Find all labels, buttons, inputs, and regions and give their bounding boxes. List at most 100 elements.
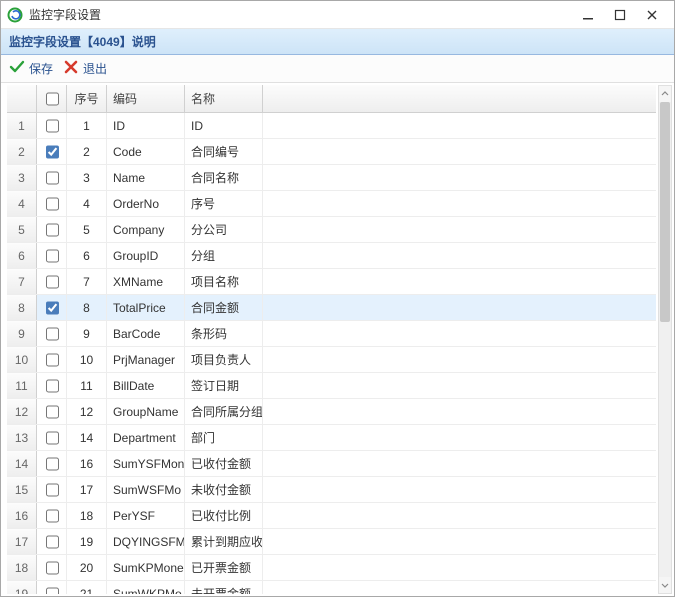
cell-name: 合同所属分组 — [185, 399, 263, 424]
row-checkbox-cell[interactable] — [37, 503, 67, 528]
row-checkbox-cell[interactable] — [37, 269, 67, 294]
row-checkbox[interactable] — [46, 509, 59, 523]
row-checkbox[interactable] — [46, 275, 59, 289]
table-row[interactable]: 11IDID — [7, 113, 656, 139]
row-checkbox[interactable] — [46, 561, 59, 575]
row-checkbox-cell[interactable] — [37, 321, 67, 346]
table-row[interactable]: 1212GroupName合同所属分组 — [7, 399, 656, 425]
cell-code: GroupName — [107, 399, 185, 424]
cell-seq: 11 — [67, 373, 107, 398]
row-checkbox-cell[interactable] — [37, 451, 67, 476]
cell-name: 已收付金额 — [185, 451, 263, 476]
scroll-up-arrow-icon[interactable] — [659, 86, 671, 102]
row-checkbox[interactable] — [46, 223, 59, 237]
cell-name: 已收付比例 — [185, 503, 263, 528]
row-checkbox[interactable] — [46, 457, 59, 471]
row-checkbox-cell[interactable] — [37, 217, 67, 242]
row-checkbox-cell[interactable] — [37, 477, 67, 502]
row-checkbox[interactable] — [46, 353, 59, 367]
exit-button[interactable]: 退出 — [63, 59, 107, 78]
minimize-button[interactable] — [572, 4, 604, 26]
row-number: 15 — [7, 477, 37, 502]
cell-name: 分组 — [185, 243, 263, 268]
row-checkbox-cell[interactable] — [37, 425, 67, 450]
cell-seq: 18 — [67, 503, 107, 528]
content-area: 序号 编码 名称 11IDID22Code合同编号33Name合同名称44Ord… — [1, 83, 674, 596]
row-checkbox-cell[interactable] — [37, 139, 67, 164]
scroll-down-arrow-icon[interactable] — [659, 577, 671, 593]
row-checkbox-cell[interactable] — [37, 373, 67, 398]
row-checkbox-cell[interactable] — [37, 243, 67, 268]
row-number: 19 — [7, 581, 37, 594]
row-checkbox[interactable] — [46, 301, 59, 315]
table-row[interactable]: 1314Department部门 — [7, 425, 656, 451]
row-checkbox[interactable] — [46, 431, 59, 445]
table-row[interactable]: 1517SumWSFMo未收付金额 — [7, 477, 656, 503]
table-row[interactable]: 1820SumKPMone已开票金额 — [7, 555, 656, 581]
row-checkbox[interactable] — [46, 379, 59, 393]
table-row[interactable]: 66GroupID分组 — [7, 243, 656, 269]
table-row[interactable]: 1921SumWKPMo未开票金额 — [7, 581, 656, 594]
row-checkbox-cell[interactable] — [37, 555, 67, 580]
scrollbar-thumb[interactable] — [660, 102, 670, 322]
table-row[interactable]: 88TotalPrice合同金额 — [7, 295, 656, 321]
row-checkbox[interactable] — [46, 119, 59, 133]
check-icon — [9, 59, 25, 78]
row-checkbox-cell[interactable] — [37, 113, 67, 138]
header-code[interactable]: 编码 — [107, 85, 185, 112]
row-checkbox-cell[interactable] — [37, 165, 67, 190]
table-row[interactable]: 1416SumYSFMon已收付金额 — [7, 451, 656, 477]
row-checkbox[interactable] — [46, 197, 59, 211]
cell-seq: 20 — [67, 555, 107, 580]
cell-seq: 21 — [67, 581, 107, 594]
window-title: 监控字段设置 — [29, 6, 572, 23]
save-button[interactable]: 保存 — [9, 59, 53, 78]
vertical-scrollbar[interactable] — [658, 85, 672, 594]
select-all-checkbox[interactable] — [46, 92, 59, 106]
header-name[interactable]: 名称 — [185, 85, 263, 112]
row-checkbox-cell[interactable] — [37, 529, 67, 554]
row-number: 18 — [7, 555, 37, 580]
header-checkbox[interactable] — [37, 85, 67, 112]
row-checkbox[interactable] — [46, 587, 59, 595]
row-checkbox-cell[interactable] — [37, 399, 67, 424]
table-row[interactable]: 33Name合同名称 — [7, 165, 656, 191]
row-checkbox[interactable] — [46, 327, 59, 341]
table-row[interactable]: 1719DQYINGSFM累计到期应收付 — [7, 529, 656, 555]
cell-code: PrjManager — [107, 347, 185, 372]
row-number: 9 — [7, 321, 37, 346]
row-checkbox-cell[interactable] — [37, 347, 67, 372]
row-checkbox-cell[interactable] — [37, 581, 67, 594]
scrollbar-track[interactable] — [659, 102, 671, 577]
row-number: 6 — [7, 243, 37, 268]
row-number: 13 — [7, 425, 37, 450]
row-checkbox[interactable] — [46, 483, 59, 497]
row-checkbox[interactable] — [46, 405, 59, 419]
cell-code: Code — [107, 139, 185, 164]
table-row[interactable]: 44OrderNo序号 — [7, 191, 656, 217]
table-row[interactable]: 1010PrjManager项目负责人 — [7, 347, 656, 373]
grid-body: 11IDID22Code合同编号33Name合同名称44OrderNo序号55C… — [7, 113, 656, 594]
maximize-button[interactable] — [604, 4, 636, 26]
close-button[interactable] — [636, 4, 668, 26]
row-checkbox[interactable] — [46, 249, 59, 263]
row-checkbox-cell[interactable] — [37, 191, 67, 216]
titlebar: 监控字段设置 — [1, 1, 674, 29]
cell-code: TotalPrice — [107, 295, 185, 320]
table-row[interactable]: 1111BillDate签订日期 — [7, 373, 656, 399]
row-checkbox[interactable] — [46, 171, 59, 185]
save-label: 保存 — [29, 60, 53, 77]
cell-code: Department — [107, 425, 185, 450]
row-checkbox[interactable] — [46, 535, 59, 549]
row-number: 10 — [7, 347, 37, 372]
row-checkbox[interactable] — [46, 145, 59, 159]
table-row[interactable]: 55Company分公司 — [7, 217, 656, 243]
table-row[interactable]: 1618PerYSF已收付比例 — [7, 503, 656, 529]
cell-name: 合同编号 — [185, 139, 263, 164]
row-checkbox-cell[interactable] — [37, 295, 67, 320]
table-row[interactable]: 77XMName项目名称 — [7, 269, 656, 295]
header-seq[interactable]: 序号 — [67, 85, 107, 112]
table-row[interactable]: 22Code合同编号 — [7, 139, 656, 165]
cell-name: 已开票金额 — [185, 555, 263, 580]
table-row[interactable]: 99BarCode条形码 — [7, 321, 656, 347]
